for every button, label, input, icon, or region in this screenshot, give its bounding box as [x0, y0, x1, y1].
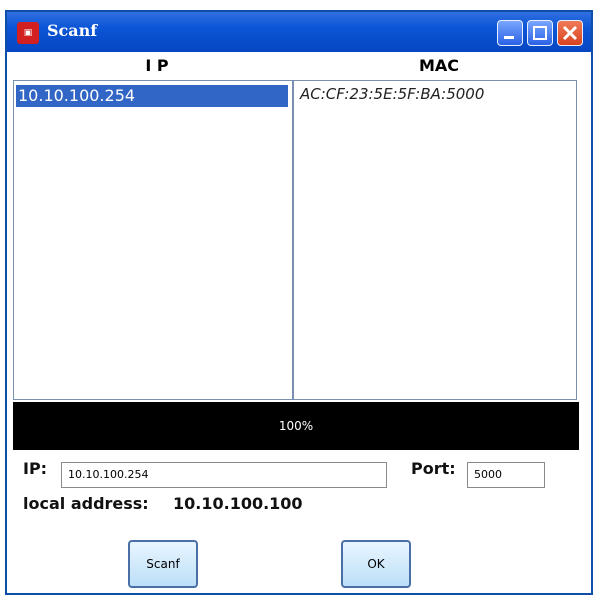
- scan-button[interactable]: Scanf: [128, 540, 198, 588]
- maximize-icon: [533, 26, 547, 40]
- minimize-button[interactable]: [497, 20, 523, 46]
- scanf-window: ▣ Scanf I P MAC 10.10.100.254 AC:CF:23:5…: [5, 10, 593, 595]
- ip-list[interactable]: 10.10.100.254: [13, 80, 293, 400]
- port-label: Port:: [411, 459, 456, 478]
- local-address-value: 10.10.100.100: [173, 494, 303, 513]
- title-bar[interactable]: ▣ Scanf: [7, 12, 591, 52]
- ip-input[interactable]: 10.10.100.254: [61, 462, 387, 488]
- close-button[interactable]: [557, 20, 583, 46]
- mac-list-item[interactable]: AC:CF:23:5E:5F:BA:5000: [300, 85, 484, 103]
- ip-label: IP:: [23, 459, 48, 478]
- maximize-button[interactable]: [527, 20, 553, 46]
- app-logo-icon: ▣: [17, 22, 39, 44]
- close-icon: [562, 25, 578, 41]
- ok-button[interactable]: OK: [341, 540, 411, 588]
- mac-list[interactable]: AC:CF:23:5E:5F:BA:5000: [293, 80, 577, 400]
- local-address-label: local address:: [23, 494, 149, 513]
- minimize-icon: [504, 36, 514, 39]
- ip-list-item[interactable]: 10.10.100.254: [16, 85, 288, 107]
- progress-label: 100%: [278, 419, 314, 433]
- column-header-ip: I P: [145, 56, 169, 75]
- column-header-mac: MAC: [418, 56, 460, 75]
- port-input[interactable]: 5000: [467, 462, 545, 488]
- progress-bar: 100%: [13, 402, 579, 450]
- window-title: Scanf: [47, 21, 98, 40]
